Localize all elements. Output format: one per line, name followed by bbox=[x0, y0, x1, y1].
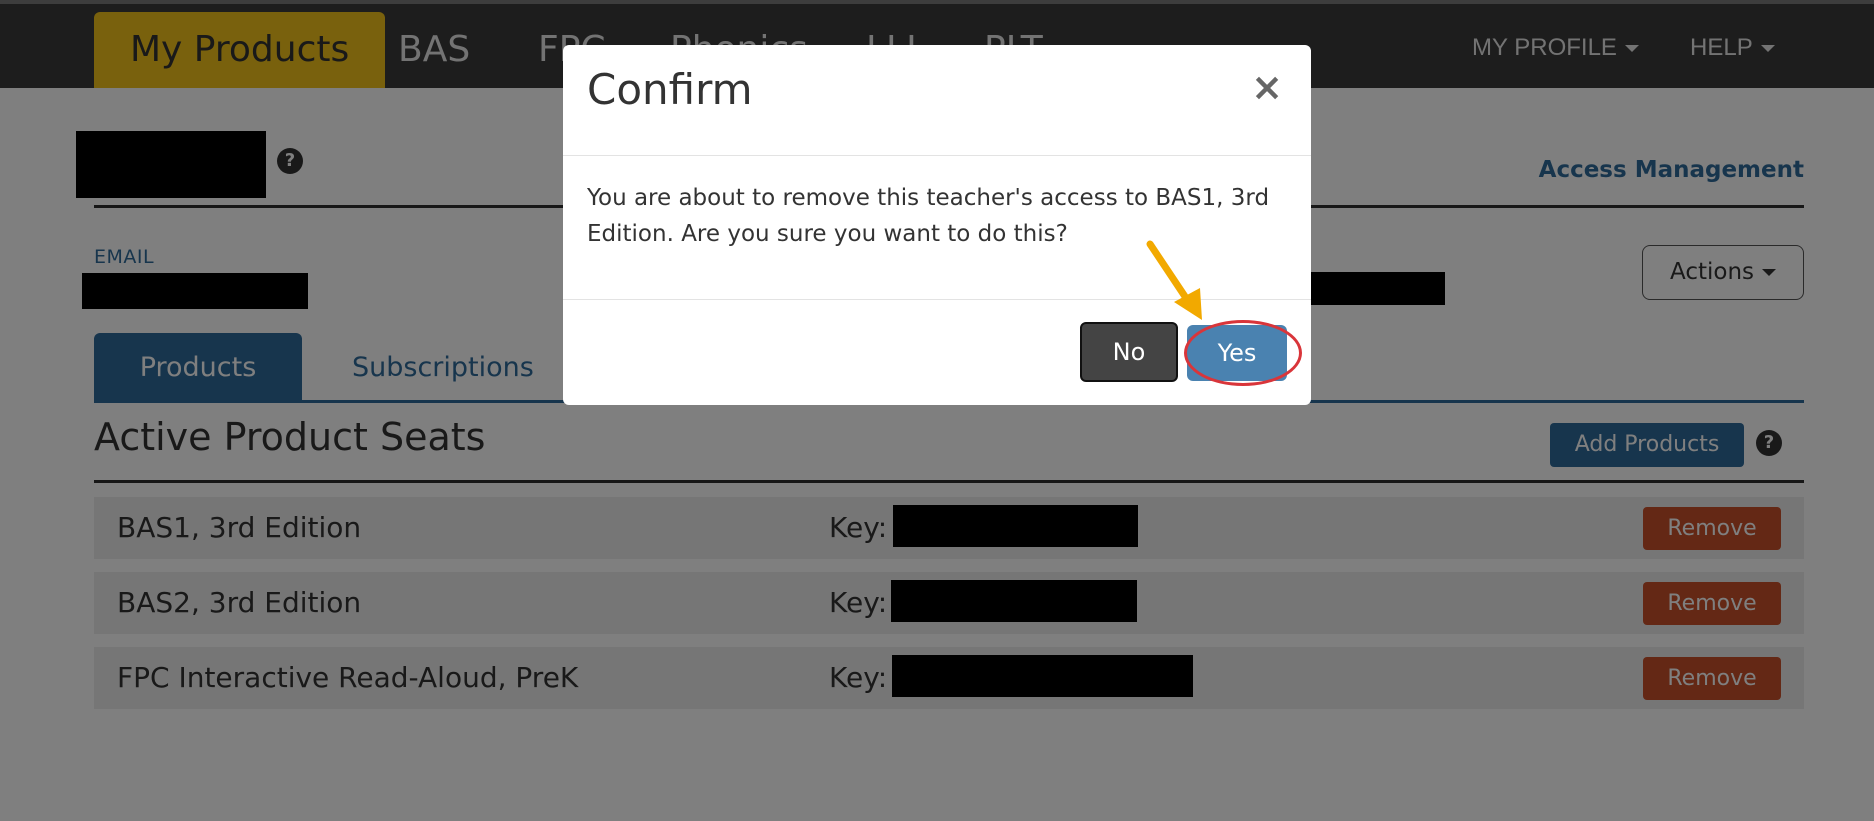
dialog-title: Confirm bbox=[587, 65, 753, 114]
dialog-header-divider bbox=[563, 155, 1311, 156]
no-button[interactable]: No bbox=[1080, 322, 1178, 382]
annotation-highlight-ring bbox=[1184, 320, 1302, 386]
annotation-arrow-icon bbox=[1146, 240, 1202, 320]
close-icon[interactable]: × bbox=[1251, 67, 1283, 107]
